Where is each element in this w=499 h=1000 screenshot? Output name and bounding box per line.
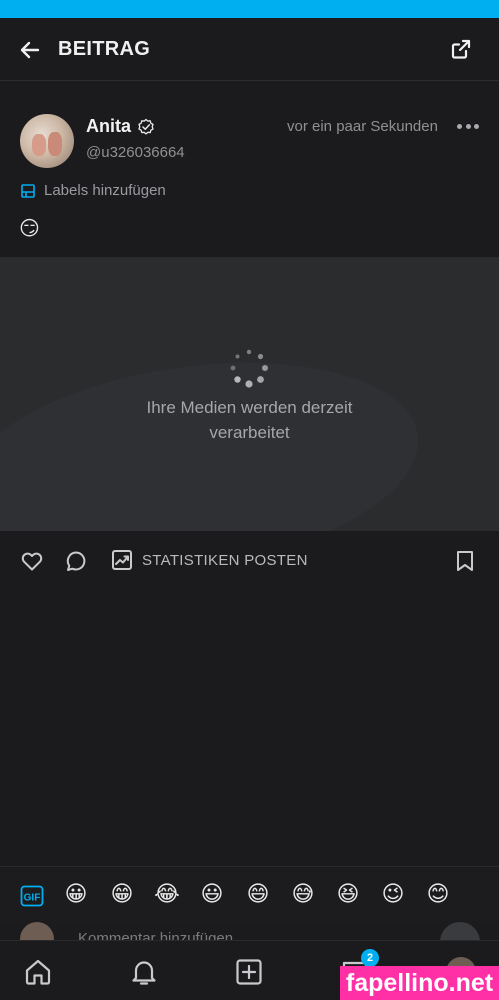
emoji-laughing[interactable]: 😆: [333, 881, 363, 907]
comment-icon[interactable]: [64, 549, 88, 573]
gif-icon[interactable]: GIF: [20, 885, 44, 907]
verified-icon: [138, 118, 154, 135]
emoji-tears-of-joy[interactable]: 😂: [152, 881, 182, 907]
labels-label: Labels hinzufügen: [44, 182, 166, 199]
bell-icon[interactable]: [129, 957, 159, 987]
arrow-left-icon[interactable]: [18, 38, 42, 62]
more-horizontal-icon[interactable]: [457, 124, 479, 132]
post-actions: STATISTIKEN POSTEN: [0, 531, 499, 589]
add-icon[interactable]: [234, 957, 264, 987]
stats-label: STATISTIKEN POSTEN: [142, 551, 308, 569]
header-bar: BEITRAG: [0, 18, 499, 81]
stats-button[interactable]: STATISTIKEN POSTEN: [110, 548, 308, 572]
heart-icon[interactable]: [20, 549, 44, 573]
emoji-bar: GIF 😀 😁 😂 😃 😄 😅 😆 😉 😊: [0, 866, 499, 924]
author-handle[interactable]: @u326036664: [86, 144, 185, 161]
media-placeholder: Ihre Medien werden derzeit verarbeitet: [0, 257, 499, 531]
post-timestamp: vor ein paar Sekunden: [287, 118, 438, 135]
share-icon[interactable]: [449, 37, 473, 61]
media-processing-message: Ihre Medien werden derzeit verarbeitet: [146, 398, 353, 442]
loading-spinner-icon: [230, 349, 268, 388]
emoji-wink[interactable]: 😉: [378, 881, 408, 907]
author-avatar[interactable]: [20, 114, 74, 168]
emoji-sweat-smile[interactable]: 😅: [288, 881, 318, 907]
post-header: Anita @u326036664 vor ein paar Sekunden: [0, 100, 499, 190]
status-bar: [0, 0, 499, 18]
emoji-beaming[interactable]: 😁: [107, 881, 137, 907]
emoji-blush[interactable]: 😊: [423, 881, 453, 907]
emoji-grinning[interactable]: 😀: [61, 881, 91, 907]
label-icon: [21, 183, 35, 198]
stats-icon: [112, 550, 132, 570]
author-name[interactable]: Anita: [86, 116, 131, 137]
emoji-smile[interactable]: 😄: [243, 881, 273, 907]
messages-badge: 2: [361, 949, 379, 967]
emoji-smiley[interactable]: 😃: [197, 881, 227, 907]
bookmark-icon[interactable]: [454, 549, 476, 573]
author-name-row: Anita: [86, 116, 155, 137]
watermark-text: fapellino.net: [340, 966, 499, 1000]
home-icon[interactable]: [23, 957, 53, 987]
gif-label: GIF: [24, 893, 41, 904]
page-title: BEITRAG: [58, 38, 151, 60]
post-text: 😏: [19, 218, 40, 240]
labels-button[interactable]: Labels hinzufügen: [20, 182, 166, 199]
